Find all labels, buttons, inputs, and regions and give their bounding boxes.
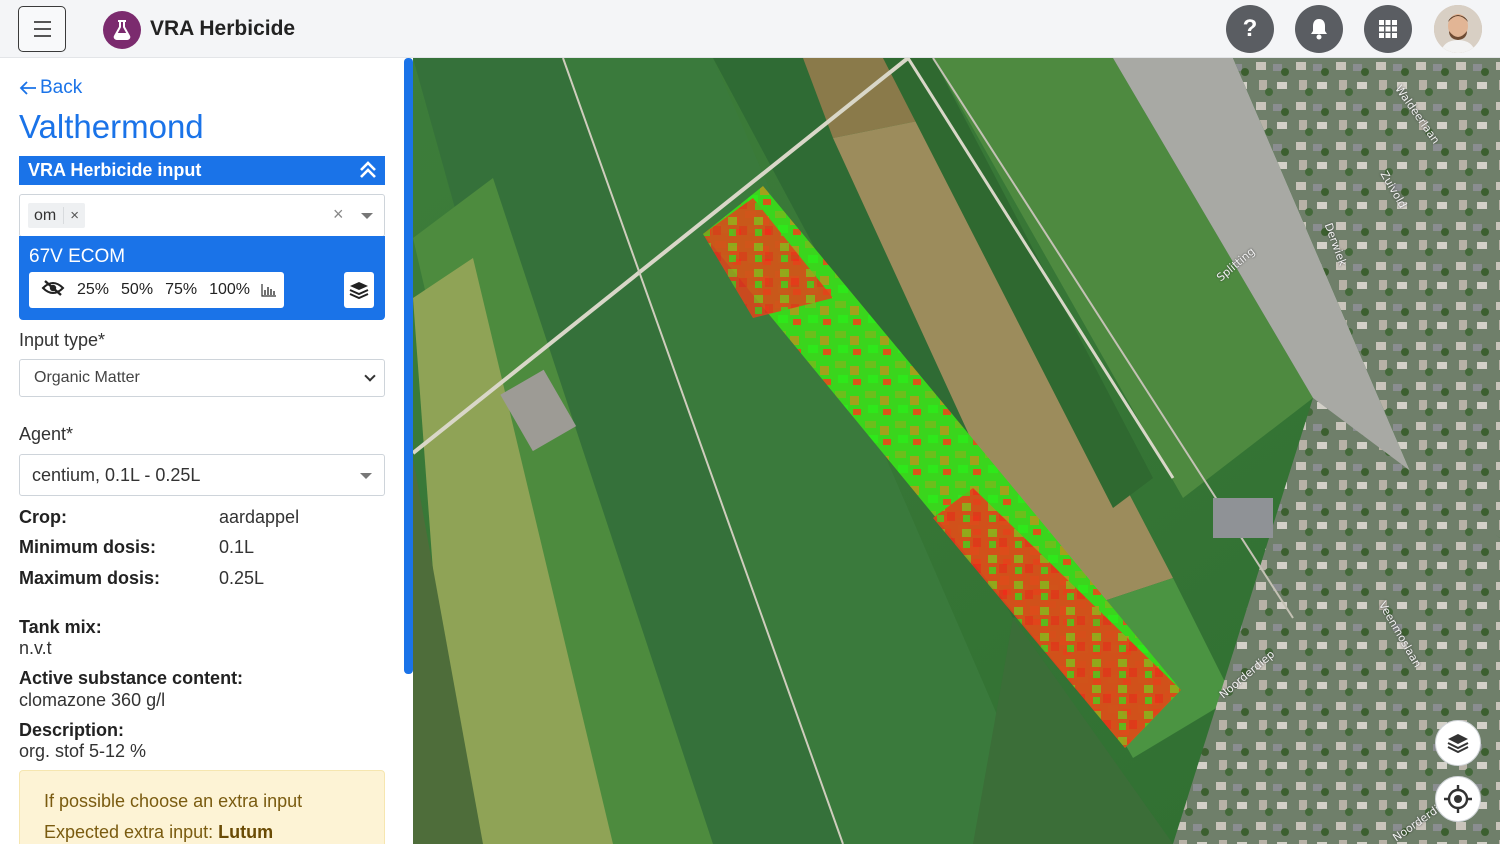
back-link[interactable]: Back — [19, 77, 82, 99]
active-substance-value: clomazone 360 g/l — [19, 690, 166, 710]
sidebar-scrollbar[interactable] — [403, 58, 413, 844]
flask-icon — [113, 20, 131, 40]
opacity-25[interactable]: 25% — [71, 281, 115, 299]
tank-mix-value: n.v.t — [19, 638, 52, 658]
arrow-left-icon — [19, 81, 36, 95]
histogram-button[interactable] — [254, 272, 284, 308]
clear-selection-button[interactable]: × — [333, 204, 344, 225]
input-multiselect[interactable]: om × × — [19, 194, 385, 237]
sidebar: Back Valthermond VRA Herbicide input om … — [0, 58, 403, 844]
map-layers-button[interactable] — [1435, 720, 1481, 766]
tag-remove-button[interactable]: × — [63, 207, 79, 224]
opacity-100[interactable]: 100% — [203, 281, 256, 299]
agent-label: Agent* — [19, 424, 74, 444]
opacity-control: 25% 50% 75% 100% — [29, 272, 263, 308]
alert-line-1: If possible choose an extra input — [44, 791, 303, 811]
max-dose-key: Maximum dosis: — [19, 568, 161, 588]
extra-input-alert: If possible choose an extra input Expect… — [19, 770, 385, 844]
tank-mix-key: Tank mix: — [19, 617, 102, 637]
layers-icon — [1447, 734, 1469, 753]
layer-card: 67V ECOM 25% 50% 75% 100% — [19, 236, 385, 320]
help-button[interactable]: ? — [1226, 5, 1274, 53]
layer-name: 67V ECOM — [29, 246, 126, 267]
expected-extra-input: Lutum — [218, 822, 274, 842]
question-icon: ? — [1242, 15, 1258, 42]
section-header-vra-input[interactable]: VRA Herbicide input — [19, 156, 385, 185]
visibility-toggle[interactable] — [35, 279, 71, 302]
chevron-down-icon — [364, 370, 376, 382]
crop-value: aardappel — [219, 507, 300, 527]
scrollbar-thumb[interactable] — [404, 58, 413, 674]
menu-icon — [33, 21, 51, 23]
app-logo[interactable] — [103, 11, 141, 49]
layers-icon — [349, 282, 369, 299]
top-bar: VRA Herbicide ? — [0, 0, 1500, 58]
bell-icon — [1311, 19, 1327, 40]
active-substance-key: Active substance content: — [19, 668, 244, 688]
input-type-select[interactable]: Organic Matter — [19, 359, 385, 397]
eye-slash-icon — [41, 279, 65, 296]
max-dose-value: 0.25L — [219, 568, 265, 588]
satellite-map[interactable]: Splitting Derwiek Zuivold Waldeerlaan No… — [413, 58, 1500, 844]
back-label: Back — [40, 77, 83, 98]
agent-select[interactable]: centium, 0.1L - 0.25L — [19, 454, 385, 496]
grid-icon — [1379, 20, 1397, 38]
description-key: Description: — [19, 720, 125, 740]
tag-label: om — [34, 206, 57, 224]
chevron-down-icon[interactable] — [361, 213, 373, 219]
double-chevron-up-icon — [360, 161, 376, 178]
caret-down-icon — [360, 473, 372, 479]
section-title: VRA Herbicide input — [28, 160, 202, 180]
crop-key: Crop: — [19, 507, 67, 527]
bar-chart-icon — [261, 284, 276, 297]
map-canvas[interactable] — [413, 58, 1500, 844]
description-value: org. stof 5-12 % — [19, 741, 147, 761]
apps-button[interactable] — [1364, 5, 1412, 53]
opacity-50[interactable]: 50% — [115, 281, 159, 299]
agent-value: centium, 0.1L - 0.25L — [32, 464, 201, 485]
min-dose-value: 0.1L — [219, 537, 255, 557]
menu-button[interactable] — [18, 6, 66, 52]
notifications-button[interactable] — [1295, 5, 1343, 53]
user-avatar[interactable] — [1434, 5, 1482, 53]
opacity-75[interactable]: 75% — [159, 281, 203, 299]
app-title: VRA Herbicide — [150, 17, 296, 40]
locate-me-button[interactable] — [1435, 776, 1481, 822]
field-title: Valthermond — [19, 108, 204, 145]
layer-stack-button[interactable] — [344, 272, 374, 308]
input-type-value: Organic Matter — [34, 369, 140, 386]
avatar-image — [1434, 5, 1482, 53]
alert-line-2: Expected extra input: Lutum — [44, 817, 360, 844]
input-type-label: Input type* — [19, 330, 106, 350]
min-dose-key: Minimum dosis: — [19, 537, 157, 557]
alert-line-2-prefix: Expected extra input: — [44, 822, 219, 842]
selected-tag: om × — [28, 203, 85, 228]
crosshair-icon — [1444, 785, 1472, 813]
